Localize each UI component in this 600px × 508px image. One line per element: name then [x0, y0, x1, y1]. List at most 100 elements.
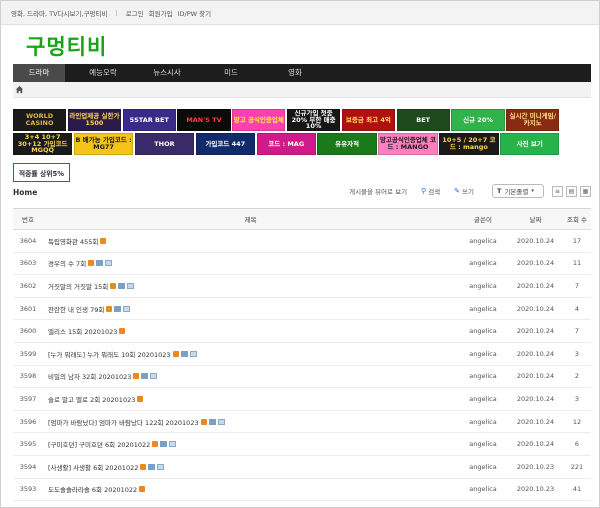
ad-banner[interactable]: B 배가능 가입코드 : MG77: [73, 133, 134, 155]
home-icon[interactable]: [15, 85, 24, 94]
ad-banner[interactable]: 코드 : MAG: [256, 133, 316, 155]
new-icon: [110, 282, 117, 289]
row-writer[interactable]: angelica: [458, 305, 508, 313]
row-writer[interactable]: angelica: [458, 372, 508, 380]
list-icon: ≡: [554, 187, 561, 195]
ad-banner[interactable]: 유유자적: [317, 133, 377, 155]
row-num: 3598: [19, 372, 37, 381]
nav-variety[interactable]: 예능오락: [77, 64, 129, 82]
post-title-link[interactable]: 앨리스 15회 20201023: [48, 326, 117, 336]
sort-select[interactable]: T 기본졸렬 ▾: [492, 184, 544, 198]
sort-icon: T: [497, 187, 502, 195]
rate-banner[interactable]: 적중률 상위5%: [13, 163, 70, 182]
row-writer[interactable]: angelica: [458, 282, 508, 290]
row-writer[interactable]: angelica: [458, 350, 508, 358]
row-views: 6: [574, 440, 580, 449]
ad-banner[interactable]: 사진 보기: [500, 133, 560, 155]
ad-banner[interactable]: 5STAR BET: [122, 109, 176, 131]
image-icon: [189, 350, 197, 357]
ad-banner[interactable]: 실시간 미니게임/카지노: [506, 109, 560, 131]
row-num: 3600: [19, 327, 37, 336]
col-date[interactable]: 날짜: [508, 214, 563, 224]
new-icon: [133, 373, 140, 380]
new-icon: [100, 237, 107, 244]
col-views[interactable]: 조회 수: [563, 214, 591, 224]
ad-banner[interactable]: THOR: [134, 133, 195, 155]
ad-banner[interactable]: 라인업제공 실한가 1500: [67, 109, 121, 131]
row-writer[interactable]: angelica: [458, 485, 508, 493]
row-writer[interactable]: angelica: [458, 259, 508, 267]
post-title-link[interactable]: [사생활] 사생활 6회 20201022: [48, 462, 138, 472]
post-title-link[interactable]: 경우의 수 7회: [48, 258, 86, 268]
viewer-link[interactable]: 게시물을 뷰어로 보기: [349, 186, 407, 196]
site-tagline: 영화, 드라마, TV다시보기,구멍티비: [11, 9, 108, 18]
nav-news[interactable]: 뉴스시사: [141, 64, 193, 82]
row-writer[interactable]: angelica: [458, 327, 508, 335]
write-button[interactable]: ✎ 쓰기: [454, 186, 474, 196]
site-logo[interactable]: 구멍티비: [26, 31, 107, 61]
board-home-label[interactable]: Home: [13, 188, 37, 197]
row-views: 12: [572, 417, 582, 426]
gallery-view-button[interactable]: ▦: [580, 185, 591, 197]
row-views: 3: [574, 394, 580, 403]
post-title-link[interactable]: [구미호뎐] 구미호뎐 6회 20201022: [48, 439, 150, 449]
main-nav: 드라마 예능오락 뉴스시사 미드 영화: [13, 64, 591, 82]
post-title-link[interactable]: [엄마가 바람났다] 엄마가 바람났다 122회 20201023: [48, 417, 199, 427]
find-id-pw-link[interactable]: ID/PW 찾기: [178, 8, 212, 18]
row-num: 3597: [19, 394, 37, 403]
row-writer[interactable]: angelica: [458, 418, 508, 426]
ad-banner[interactable]: 보증금 최고 4억: [341, 109, 395, 131]
row-writer[interactable]: angelica: [458, 237, 508, 245]
ad-banner[interactable]: 신규가입 첫충 20% 무한 매충 10%: [286, 109, 341, 131]
new-icon: [172, 350, 179, 357]
row-num: 3593: [19, 485, 37, 494]
login-link[interactable]: 로그인: [126, 8, 144, 18]
post-title-link[interactable]: 독립영화관 455회: [48, 236, 98, 246]
post-title-link[interactable]: 비밀의 남자 32회 20201023: [48, 371, 131, 381]
row-num: 3604: [19, 236, 37, 245]
pencil-icon: ✎: [454, 187, 461, 195]
post-title-link[interactable]: 찬란한 내 인생 79회: [48, 304, 104, 314]
ad-banner[interactable]: MAN'S TV: [177, 109, 231, 131]
ad-banner[interactable]: 신규 20%: [451, 109, 505, 131]
new-icon: [119, 328, 126, 335]
board-table: 번호 제목 글쓴이 날짜 조회 수 3604 독립영화관 455회 angelica…: [13, 208, 591, 507]
ad-banner[interactable]: BET: [396, 109, 450, 131]
file-icon: [141, 373, 149, 380]
post-title-link[interactable]: [누가 뭐래도] 누가 뭐래도 10회 20201023: [48, 349, 171, 359]
row-writer[interactable]: angelica: [458, 395, 508, 403]
nav-movie[interactable]: 영화: [269, 64, 321, 82]
table-row: 3602 거짓말의 거짓말 15회 angelica 2020.10.24 7: [13, 275, 591, 298]
row-title-cell: 거짓말의 거짓말 15회: [43, 281, 458, 291]
ad-banner[interactable]: 3+4 10+7 30+12 가입코드 MGQQ: [13, 133, 73, 155]
signup-link[interactable]: 회원가입: [149, 8, 173, 18]
row-views: 4: [574, 304, 580, 313]
ad-banner[interactable]: 10+5 / 20+7 코드 : mango: [439, 133, 499, 155]
ad-banner[interactable]: 가입코드 447: [195, 133, 255, 155]
file-icon: [148, 463, 156, 470]
post-title-link[interactable]: 거짓말의 거짓말 15회: [48, 281, 108, 291]
nav-drama[interactable]: 드라마: [13, 64, 65, 82]
new-icon: [140, 463, 147, 470]
image-icon: [157, 463, 165, 470]
row-writer[interactable]: angelica: [458, 463, 508, 471]
list-view-button[interactable]: ≡: [552, 185, 563, 197]
chevron-down-icon: ▾: [531, 188, 534, 194]
row-title-cell: 독립영화관 455회: [43, 236, 458, 246]
row-writer[interactable]: angelica: [458, 440, 508, 448]
row-title-cell: 찬란한 내 인생 79회: [43, 304, 458, 314]
ad-banner[interactable]: 망고 공식인증업체: [232, 109, 286, 131]
webzine-view-button[interactable]: ▤: [566, 185, 577, 197]
row-num: 3596: [19, 417, 37, 426]
row-date: 2020.10.24: [516, 349, 555, 358]
nav-us-drama[interactable]: 미드: [205, 64, 257, 82]
post-title-link[interactable]: 슬로 말고 멜로 2회 20201023: [48, 394, 135, 404]
table-row: 3598 비밀의 남자 32회 20201023 angelica 2020.10.2…: [13, 366, 591, 389]
post-title-link[interactable]: 도도솔솔라라솔 6회 20201022: [48, 484, 137, 494]
table-row: 3595 [구미호뎐] 구미호뎐 6회 20201022 angelica 2020.…: [13, 433, 591, 456]
ad-banner[interactable]: 망고공식인증업체 코드 : MANGO: [378, 133, 438, 155]
ad-banner[interactable]: WORLD CASINO: [13, 109, 67, 131]
search-button[interactable]: ⚲ 검색: [421, 186, 440, 196]
row-date: 2020.10.23: [516, 462, 555, 471]
row-title-cell: [사생활] 사생활 6회 20201022: [43, 462, 458, 472]
